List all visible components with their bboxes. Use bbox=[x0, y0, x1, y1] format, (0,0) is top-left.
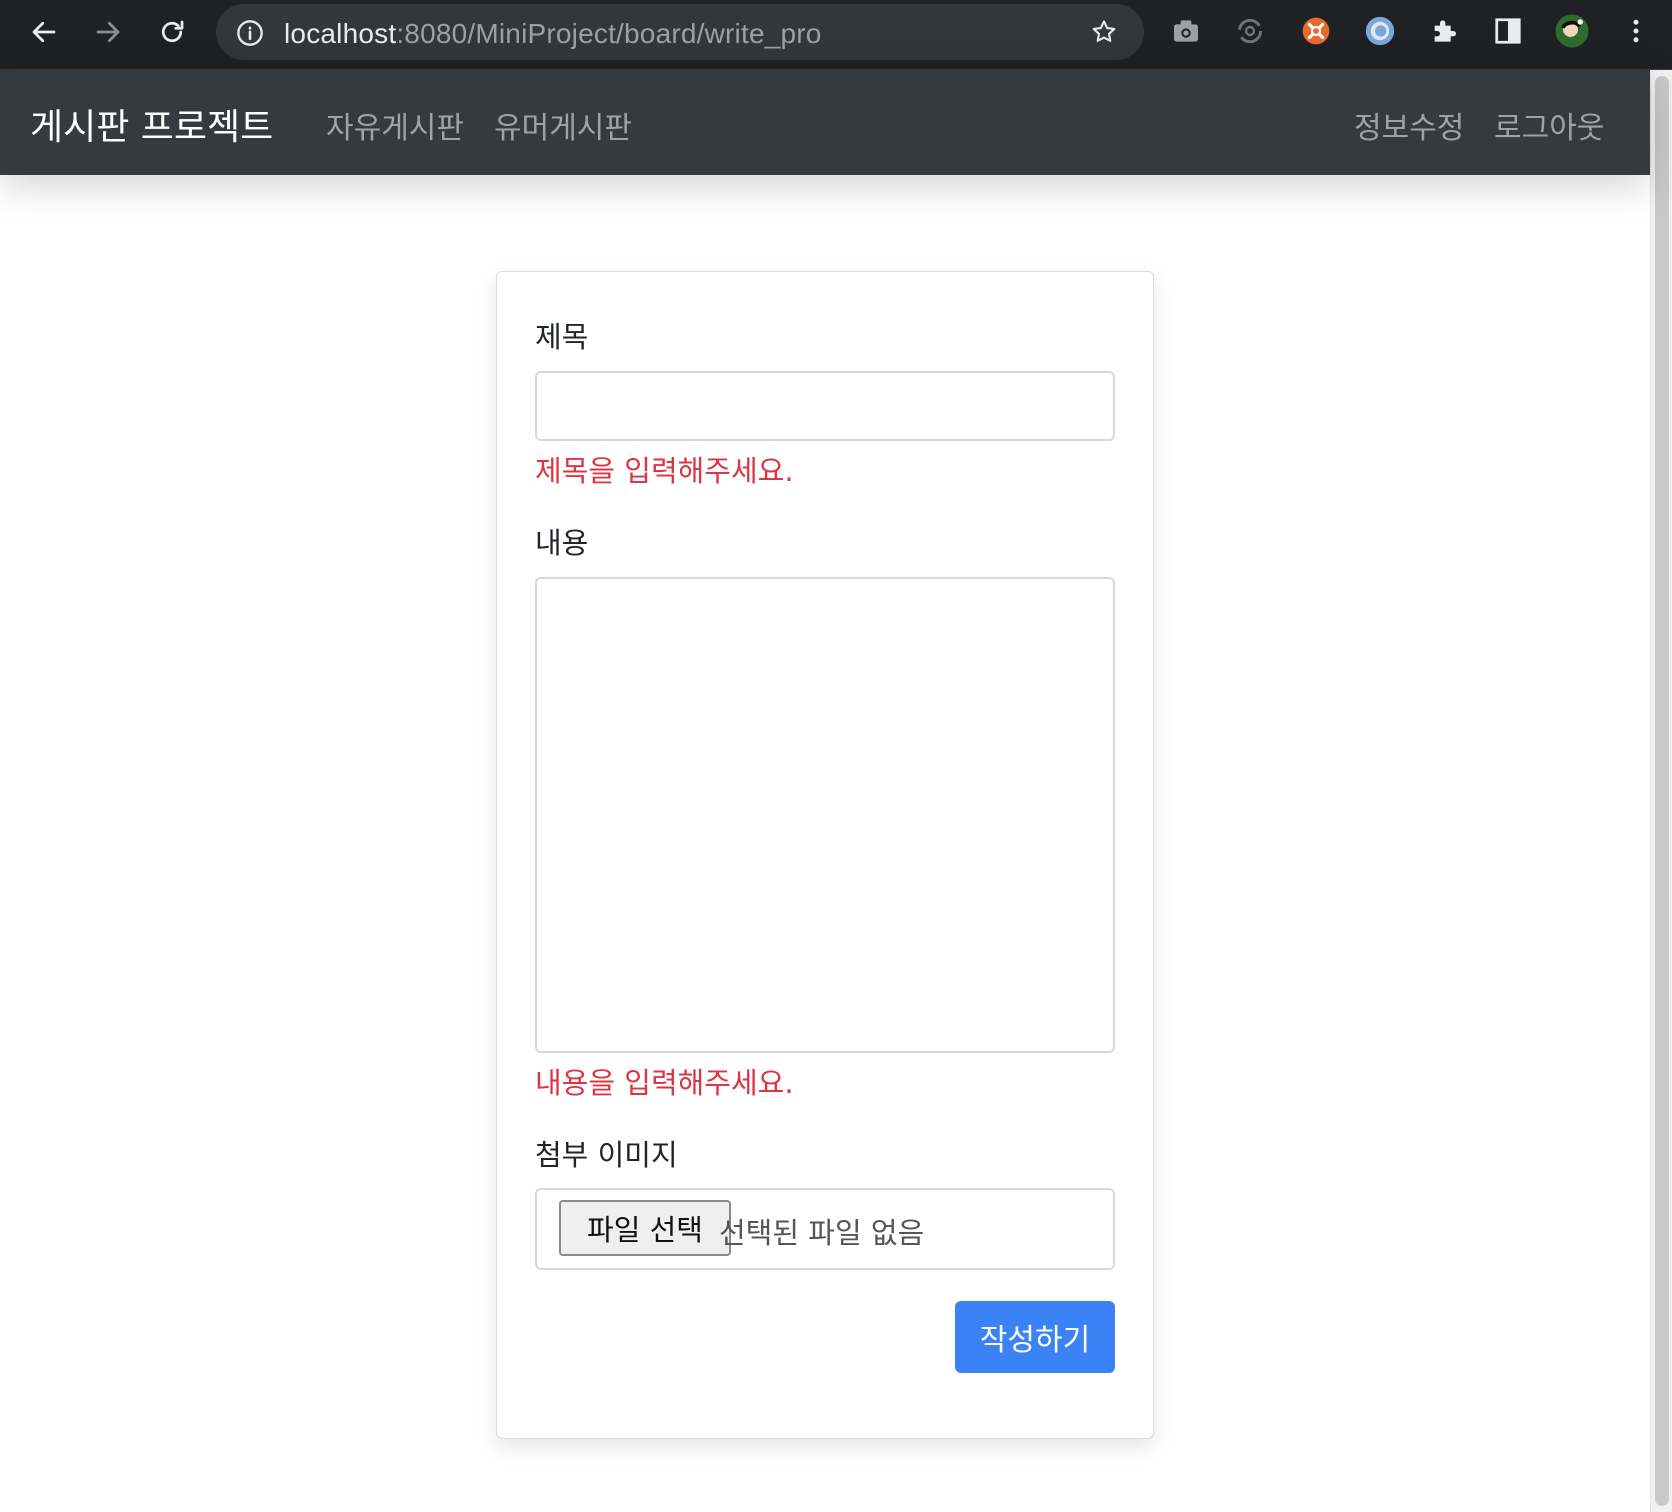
url-path: :8080/MiniProject/board/write_pro bbox=[396, 18, 822, 49]
title-label: 제목 bbox=[535, 320, 589, 354]
content-textarea[interactable] bbox=[535, 577, 1115, 1053]
extension-blue-icon[interactable] bbox=[1362, 13, 1398, 49]
browser-toolbar: localhost:8080/MiniProject/board/write_p… bbox=[0, 0, 1672, 70]
more-icon[interactable] bbox=[1618, 13, 1654, 49]
nav-link-humor-board[interactable]: 유머게시판 bbox=[494, 103, 632, 147]
page-scrollbar[interactable] bbox=[1650, 70, 1672, 1512]
back-arrow-icon[interactable] bbox=[24, 12, 64, 52]
address-bar[interactable]: localhost:8080/MiniProject/board/write_p… bbox=[216, 4, 1144, 60]
file-status: 선택된 파일 없음 bbox=[719, 1216, 925, 1250]
url-text[interactable]: localhost:8080/MiniProject/board/write_p… bbox=[284, 18, 822, 50]
extension-orange-icon[interactable] bbox=[1298, 13, 1334, 49]
title-input[interactable] bbox=[535, 371, 1115, 441]
forward-arrow-icon[interactable] bbox=[88, 12, 128, 52]
choose-file-button[interactable]: 파일 선택 bbox=[559, 1200, 731, 1256]
sync-icon[interactable] bbox=[1232, 13, 1268, 49]
sidepanel-icon[interactable] bbox=[1490, 13, 1526, 49]
navbar-brand[interactable]: 게시판 프로젝트 bbox=[30, 98, 273, 150]
avatar[interactable] bbox=[1554, 13, 1590, 49]
nav-link-logout[interactable]: 로그아웃 bbox=[1494, 103, 1604, 147]
star-icon[interactable] bbox=[1090, 18, 1118, 50]
info-icon[interactable] bbox=[236, 19, 264, 51]
write-form-card: 제목 제목을 입력해주세요. 내용 내용을 입력해주세요. 첨부 이미지 파일 … bbox=[496, 271, 1154, 1439]
url-host: localhost bbox=[284, 18, 397, 49]
nav-link-edit-profile[interactable]: 정보수정 bbox=[1354, 103, 1464, 147]
camera-icon[interactable] bbox=[1168, 13, 1204, 49]
nav-link-free-board[interactable]: 자유게시판 bbox=[326, 103, 464, 147]
puzzle-icon[interactable] bbox=[1426, 13, 1462, 49]
title-error: 제목을 입력해주세요. bbox=[535, 454, 794, 488]
reload-icon[interactable] bbox=[152, 12, 192, 52]
image-label: 첨부 이미지 bbox=[535, 1138, 678, 1172]
content-label: 내용 bbox=[535, 526, 589, 560]
content-error: 내용을 입력해주세요. bbox=[535, 1066, 794, 1100]
site-navbar: 게시판 프로젝트 자유게시판 유머게시판 정보수정 로그아웃 bbox=[0, 70, 1650, 175]
scrollbar-thumb[interactable] bbox=[1655, 76, 1669, 1506]
file-input[interactable]: 파일 선택 선택된 파일 없음 bbox=[535, 1188, 1115, 1270]
submit-button[interactable]: 작성하기 bbox=[955, 1301, 1115, 1373]
